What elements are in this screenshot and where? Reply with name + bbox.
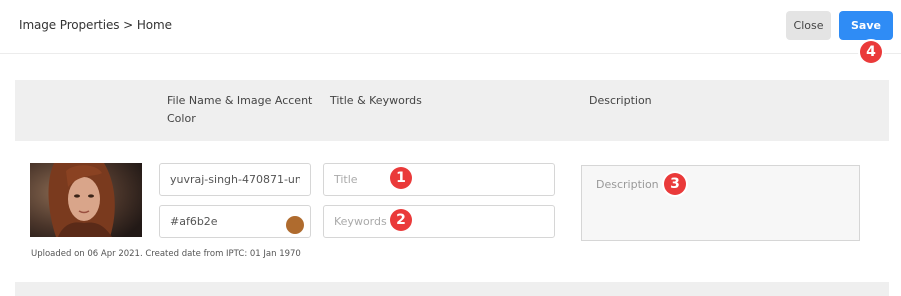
close-button[interactable]: Close (786, 11, 831, 40)
accent-color-swatch[interactable] (286, 216, 304, 234)
portrait-photo (30, 163, 142, 237)
file-name-input[interactable] (159, 163, 311, 196)
step-badge-1: 1 (390, 167, 412, 189)
description-textarea[interactable] (581, 165, 860, 241)
image-thumbnail[interactable] (30, 163, 142, 237)
column-header-description: Description (589, 94, 652, 107)
save-button[interactable]: Save (839, 11, 893, 40)
step-badge-3: 3 (664, 173, 686, 195)
step-badge-2: 2 (390, 209, 412, 231)
column-header-band (15, 80, 889, 141)
keywords-input[interactable] (323, 205, 555, 238)
next-row-band (15, 282, 889, 296)
title-input[interactable] (323, 163, 555, 196)
column-header-file-name: File Name & Image Accent Color (167, 94, 313, 125)
breadcrumb: Image Properties > Home (19, 18, 172, 32)
column-header-title: Title & Keywords (330, 94, 422, 107)
upload-metadata: Uploaded on 06 Apr 2021. Created date fr… (31, 249, 301, 259)
step-badge-4: 4 (860, 41, 882, 63)
top-bar: Image Properties > Home Close Save (0, 0, 901, 54)
